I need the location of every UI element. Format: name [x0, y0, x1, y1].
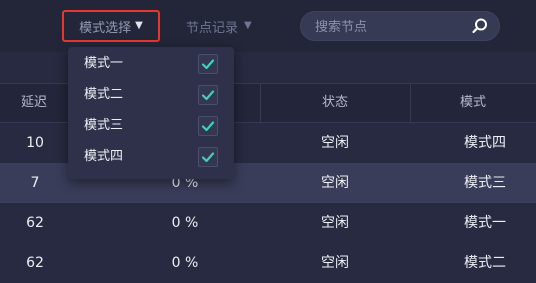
mode-option-checkbox[interactable]	[198, 147, 218, 167]
cell-latency: 7	[30, 175, 40, 191]
mode-option-checkbox[interactable]	[198, 116, 218, 136]
column-header-mode[interactable]: 模式	[410, 84, 536, 122]
mode-option-checkbox[interactable]	[198, 85, 218, 105]
table-row[interactable]: 62 0 % 空闲 模式二	[0, 243, 536, 283]
mode-option-2[interactable]: 模式二	[68, 80, 234, 110]
mode-option-label: 模式四	[84, 149, 124, 164]
caret-down-icon: ▼	[244, 20, 252, 31]
cell-mode: 模式二	[464, 255, 506, 271]
cell-latency: 10	[26, 135, 44, 151]
mode-select-label: 模式选择	[79, 20, 132, 36]
checkmark-icon	[201, 90, 215, 101]
mode-option-4[interactable]: 模式四	[68, 142, 234, 172]
mode-select-menu: 模式一 模式二 模式三 模式四	[68, 47, 234, 179]
mode-option-label: 模式二	[84, 87, 124, 102]
checkmark-icon	[201, 152, 215, 163]
mode-option-checkbox[interactable]	[198, 54, 218, 74]
caret-down-icon: ▼	[135, 20, 143, 31]
cell-status: 空闲	[321, 255, 349, 271]
mode-select-dropdown[interactable]: 模式选择 ▼	[62, 10, 160, 42]
mode-option-label: 模式三	[84, 118, 124, 133]
node-record-dropdown[interactable]: 节点记录 ▼	[186, 10, 252, 42]
cell-latency: 62	[26, 215, 44, 231]
table-row[interactable]: 62 0 % 空闲 模式一	[0, 203, 536, 243]
cell-status: 空闲	[321, 135, 349, 151]
column-header-latency[interactable]: 延迟	[0, 84, 69, 122]
mode-option-label: 模式一	[84, 56, 124, 71]
mode-option-1[interactable]: 模式一	[68, 49, 234, 79]
cell-mode: 模式三	[464, 175, 506, 191]
checkmark-icon	[201, 121, 215, 132]
column-header-status[interactable]: 状态	[260, 84, 411, 122]
cell-mode: 模式一	[464, 215, 506, 231]
mode-option-3[interactable]: 模式三	[68, 111, 234, 141]
cell-mode: 模式四	[464, 135, 506, 151]
search-box[interactable]	[300, 11, 500, 42]
node-record-label: 节点记录	[186, 20, 239, 36]
cell-latency: 62	[26, 255, 44, 271]
cell-status: 空闲	[321, 215, 349, 231]
checkmark-icon	[201, 59, 215, 70]
search-icon[interactable]	[471, 17, 489, 35]
cell-status: 空闲	[321, 175, 349, 191]
search-input[interactable]	[313, 12, 467, 42]
